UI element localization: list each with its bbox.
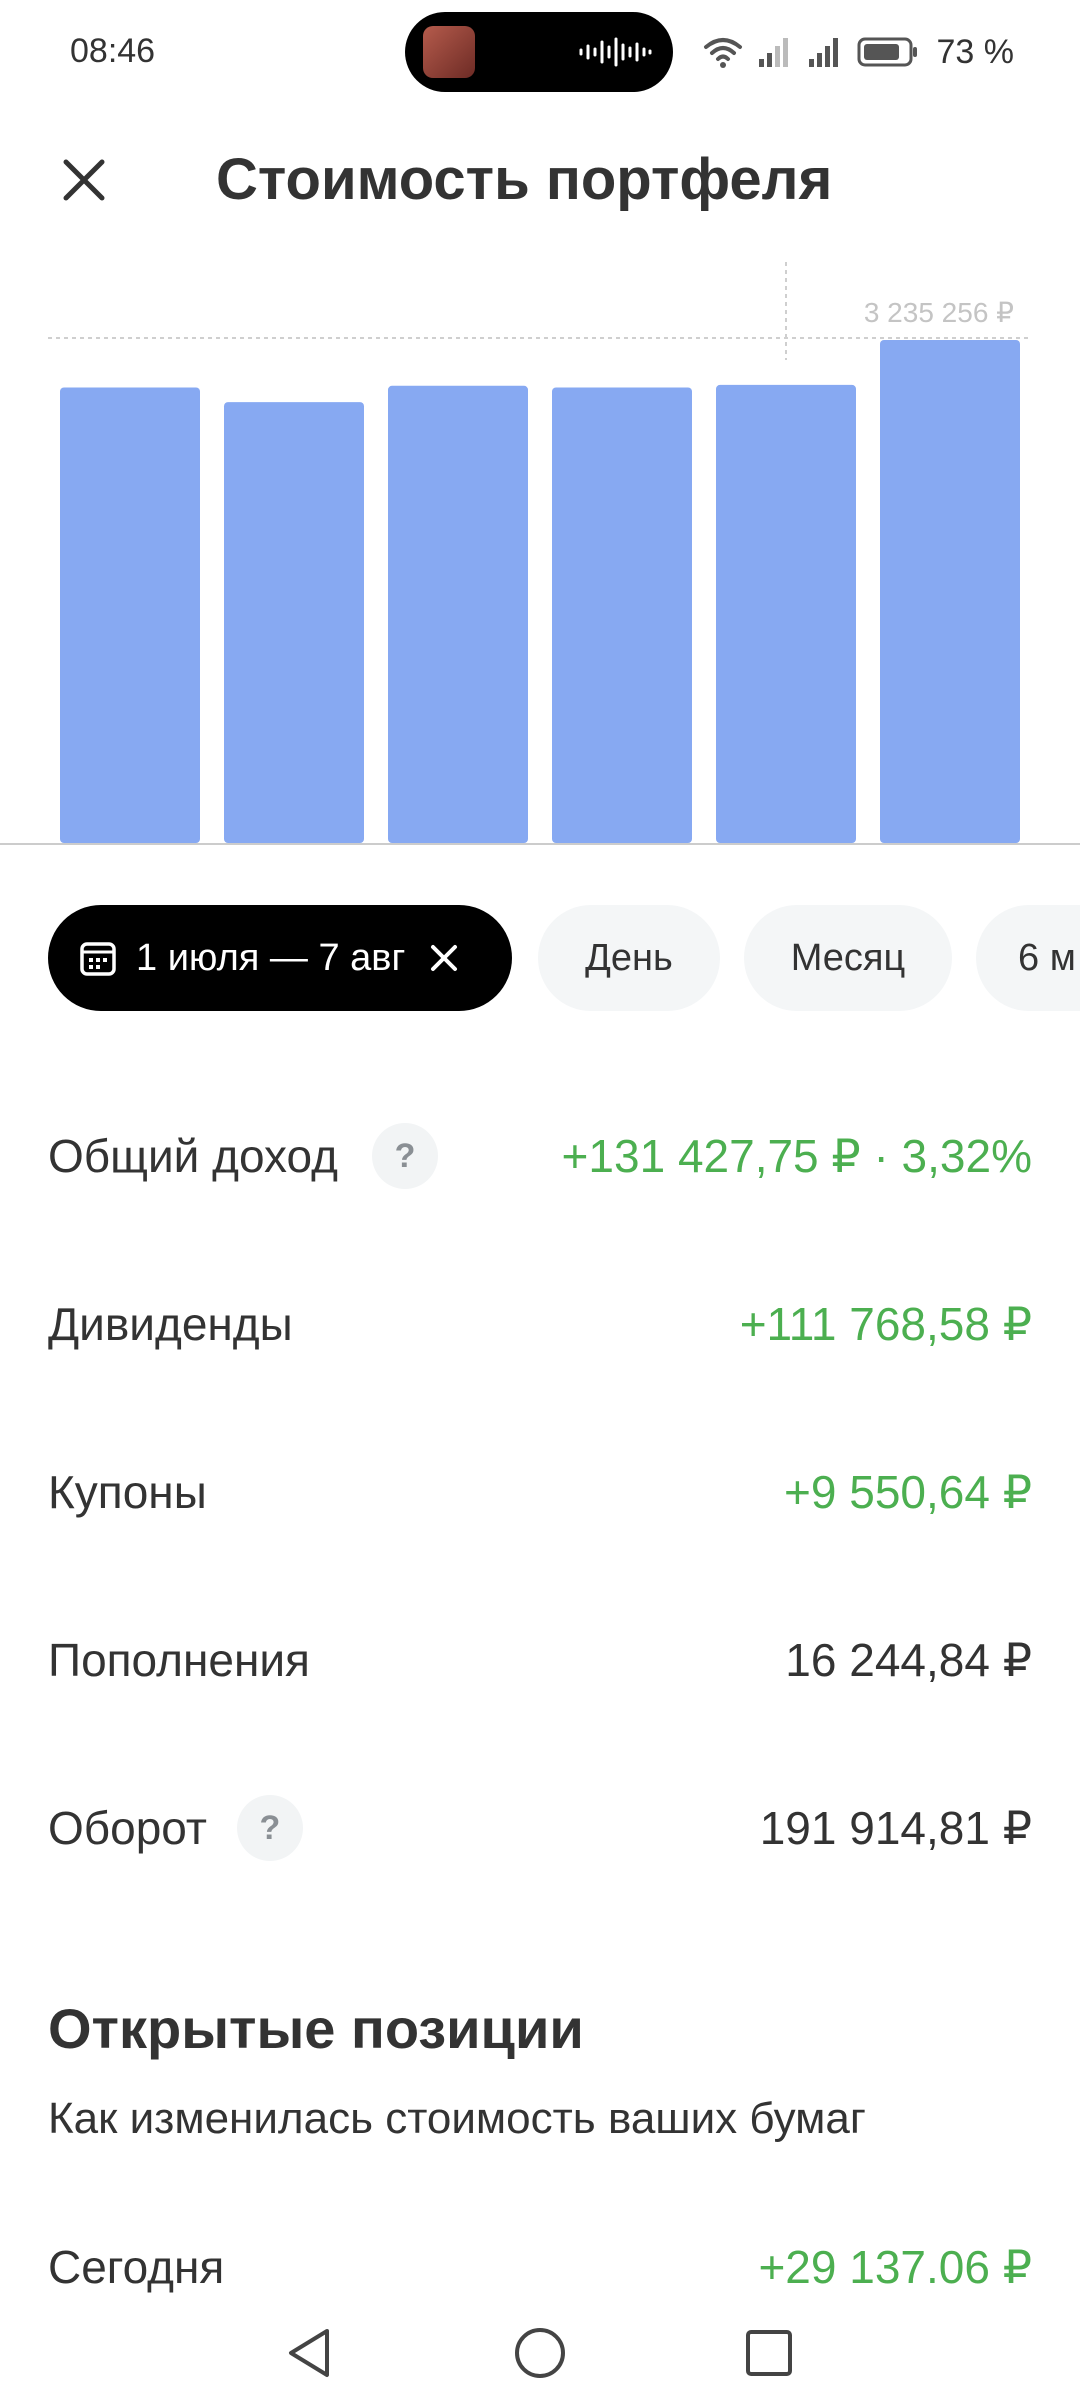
back-button[interactable] <box>274 2318 344 2388</box>
chip-six-months[interactable]: 6 м <box>976 905 1080 1011</box>
metric-row-coupons: Купоны +9 550,64 ₽ <box>0 1408 1080 1576</box>
close-icon <box>63 159 105 201</box>
chart-bar-5[interactable] <box>716 384 856 843</box>
metric-label: Общий доход ? <box>48 1123 438 1189</box>
chart-bar-1[interactable] <box>60 387 200 843</box>
clear-range-icon[interactable] <box>429 943 459 973</box>
close-button[interactable] <box>46 142 122 218</box>
home-button[interactable] <box>505 2318 575 2388</box>
home-circle-icon <box>515 2328 565 2378</box>
metric-label: Оборот ? <box>48 1795 303 1861</box>
chart-bar-4[interactable] <box>552 387 692 843</box>
header: Стоимость портфеля <box>0 120 1080 240</box>
metric-label-text: Дивиденды <box>48 1298 293 1350</box>
chart-max-label: 3 235 256 ₽ <box>864 297 1014 328</box>
dynamic-island[interactable] <box>405 12 673 92</box>
calendar-icon <box>80 942 116 976</box>
metric-row-total-income: Общий доход ? +131 427,75 ₽ · 3,32% <box>0 1072 1080 1240</box>
metric-value: +111 768,58 ₽ <box>739 1298 1032 1350</box>
chart-svg[interactable]: 3 235 256 ₽ <box>0 260 1080 845</box>
metric-value: 191 914,81 ₽ <box>759 1802 1032 1854</box>
battery-percent: 73 % <box>936 32 1015 71</box>
today-label: Сегодня <box>48 2241 225 2293</box>
today-value: +29 137.06 ₽ <box>758 2241 1032 2293</box>
metric-row-deposits: Пополнения 16 244,84 ₽ <box>0 1576 1080 1744</box>
signal-icon <box>758 38 788 67</box>
metric-value: 16 244,84 ₽ <box>785 1634 1032 1686</box>
metrics-list: Общий доход ? +131 427,75 ₽ · 3,32% Диви… <box>0 1072 1080 1912</box>
metric-label-text: Общий доход <box>48 1130 338 1182</box>
portfolio-chart[interactable]: 3 235 256 ₽ <box>0 260 1080 845</box>
status-icons: 73 % <box>703 24 1015 80</box>
open-positions-subtitle: Как изменилась стоимость ваших бумаг <box>48 2094 866 2143</box>
chip-day[interactable]: День <box>538 905 720 1011</box>
metric-label-text: Оборот <box>48 1802 207 1854</box>
media-thumbnail-icon <box>423 26 475 78</box>
help-icon[interactable]: ? <box>371 1123 438 1189</box>
metric-label: Пополнения <box>48 1633 310 1687</box>
wifi-icon <box>703 38 742 68</box>
metric-label: Купоны <box>48 1465 207 1519</box>
metric-row-dividends: Дивиденды +111 768,58 ₽ <box>0 1240 1080 1408</box>
chip-month[interactable]: Месяц <box>744 905 952 1011</box>
recents-square-icon <box>746 2330 792 2376</box>
metric-value: +131 427,75 ₽ · 3,32% <box>561 1130 1032 1182</box>
page-title: Стоимость портфеля <box>216 147 833 212</box>
metric-value: +9 550,64 ₽ <box>784 1466 1032 1518</box>
status-bar: 08:46 73 % <box>0 0 1080 104</box>
chart-bar-2[interactable] <box>224 402 364 843</box>
audio-wave-icon <box>579 37 652 67</box>
metric-label: Дивиденды <box>48 1297 293 1351</box>
signal-icon <box>808 38 838 67</box>
help-icon[interactable]: ? <box>236 1795 303 1861</box>
date-range-chip[interactable]: 1 июля — 7 авг <box>48 905 512 1011</box>
date-range-label: 1 июля — 7 авг <box>136 936 406 979</box>
chart-bar-6[interactable] <box>880 340 1020 843</box>
system-nav-bar <box>0 2300 1080 2400</box>
back-triangle-icon <box>289 2329 329 2377</box>
status-time: 08:46 <box>70 32 156 70</box>
chart-bar-3[interactable] <box>388 385 528 843</box>
open-positions-title: Открытые позиции <box>48 1997 584 2060</box>
battery-icon <box>857 37 917 67</box>
metric-label-text: Пополнения <box>48 1634 310 1686</box>
metric-label-text: Купоны <box>48 1466 207 1518</box>
recents-button[interactable] <box>734 2318 804 2388</box>
period-selector: 1 июля — 7 авг День Месяц 6 м <box>0 905 1080 1015</box>
metric-row-turnover: Оборот ? 191 914,81 ₽ <box>0 1744 1080 1912</box>
